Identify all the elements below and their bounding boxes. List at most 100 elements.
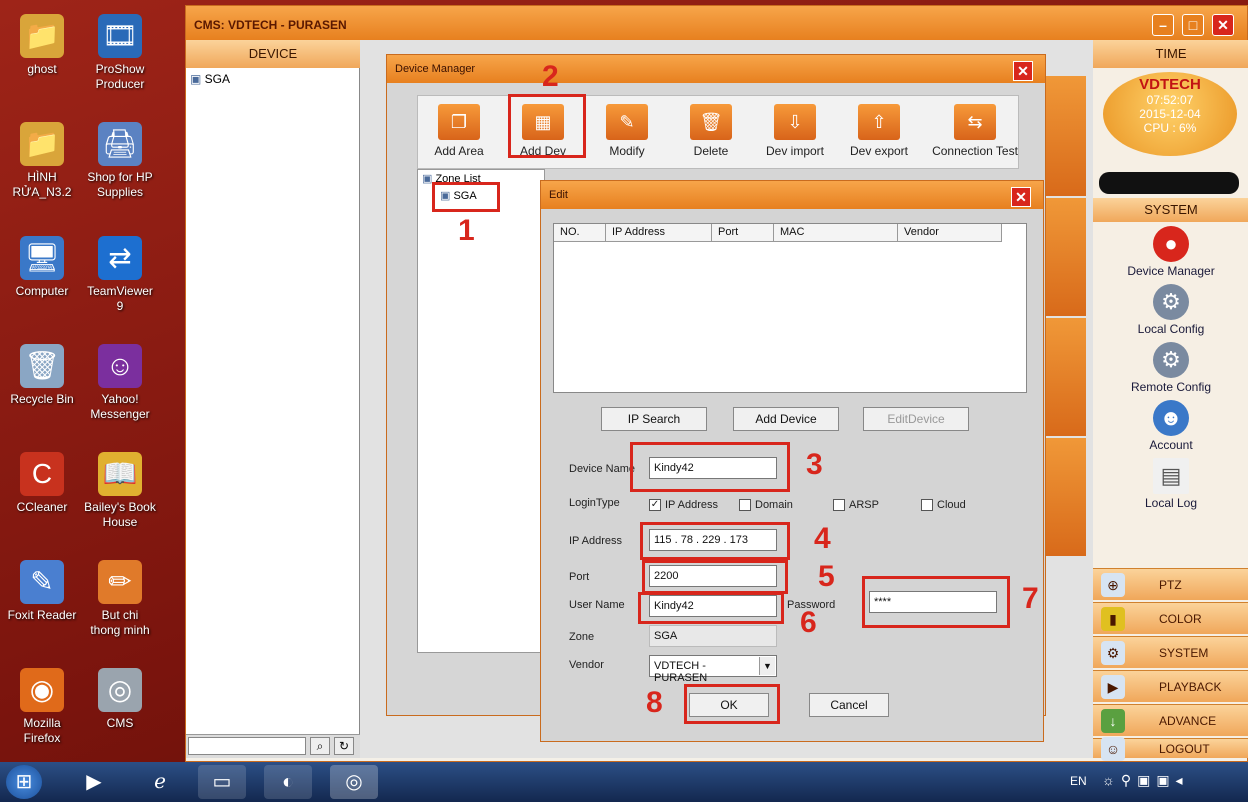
remote-config-button[interactable]: ⚙ Remote Config [1093,342,1248,394]
col-ip-address[interactable]: IP Address [606,224,712,242]
desktop-icon-ghost[interactable]: 📁 ghost [2,14,82,77]
device-manager-close-button[interactable]: ✕ [1013,61,1033,81]
col-no[interactable]: NO. [554,224,606,242]
nav-playback-button[interactable]: ▶ PLAYBACK [1093,670,1248,702]
login-arsp-checkbox[interactable]: ARSP [833,499,879,512]
app-taskbar-icon[interactable]: ◐ [264,765,312,799]
system-header: SYSTEM [1093,198,1248,222]
vendor-select[interactable]: VDTECH - PURASEN ▼ [649,655,777,684]
step-number-2: 2 [542,60,559,93]
add-device-button[interactable]: Add Device [733,407,839,431]
desktop-icon-yahoo[interactable]: ☺ Yahoo! Messenger [80,344,160,422]
language-indicator[interactable]: EN [1070,774,1087,788]
desktop-icon-label: ghost [27,62,57,76]
connection-test-button[interactable]: ⇆ Connection Test [928,104,1022,158]
dev-export-button[interactable]: ⇧ Dev export [838,104,920,158]
device-manager-button[interactable]: ● Device Manager [1093,226,1248,278]
printer-icon: 🖨 [98,122,142,166]
add-area-button[interactable]: ❐ Add Area [418,104,500,158]
login-ip-checkbox[interactable]: ✓ IP Address [649,499,718,512]
cms-taskbar-icon[interactable]: ◎ [330,765,378,799]
window-title: CMS: VDTECH - PURASEN [194,18,347,32]
ip-search-button[interactable]: IP Search [601,407,707,431]
col-mac[interactable]: MAC [774,224,898,242]
desktop-icon-recycle-bin[interactable]: 🗑 Recycle Bin [2,344,82,407]
highlight-user-name [638,592,784,624]
desktop-icon-cms[interactable]: ◎ CMS [80,668,160,731]
desktop-icon-foxit[interactable]: ✎ Foxit Reader [2,560,82,623]
nav-logout-button[interactable]: ☺ LOGOUT [1093,737,1248,761]
desktop-icon-baileys[interactable]: 📖 Bailey's Book House [80,452,160,530]
edit-close-button[interactable]: ✕ [1011,187,1031,207]
nav-system-button[interactable]: ⚙ SYSTEM [1093,636,1248,668]
clock-time: 07:52:07 [1146,93,1194,107]
device-search-input[interactable] [188,737,306,755]
device-tree: ▣ SGA [186,68,360,758]
user-name-label: User Name [569,599,625,611]
dev-import-icon: ⇩ [774,104,816,140]
col-port[interactable]: Port [712,224,774,242]
desktop-icon-label: Yahoo! Messenger [90,392,150,421]
local-log-button[interactable]: ▤ Local Log [1093,458,1248,510]
desktop-icon-but-chi[interactable]: ✏ But chi thong minh [80,560,160,638]
step-number-5: 5 [818,560,835,593]
playback-icon: ▶ [1101,675,1125,699]
taskbar: ⊞ ▶ ℯ ▭ ◐ ◎ EN ☼⚲▣▣◂ [0,762,1248,802]
file-explorer-icon[interactable]: ▭ [198,765,246,799]
vendor-label: Vendor [569,659,604,671]
desktop-icon-ccleaner[interactable]: C CCleaner [2,452,82,515]
delete-button[interactable]: 🗑 Delete [670,104,752,158]
device-tree-root[interactable]: ▣ SGA [186,68,359,90]
login-cloud-checkbox[interactable]: Cloud [921,499,966,512]
webcam-icon: ◎ [98,668,142,712]
checkbox-checked-icon: ✓ [649,499,661,512]
nav-advance-button[interactable]: ↓ ADVANCE [1093,704,1248,736]
desktop-icon-proshow[interactable]: 🎞 ProShow Producer [80,14,160,92]
tray-icons[interactable]: ☼⚲▣▣◂ [1102,772,1189,789]
minimize-button[interactable]: – [1152,14,1174,36]
desktop-icon-label: HÌNH RỬA_N3.2 [12,170,72,199]
advance-icon: ↓ [1101,709,1125,733]
media-player-icon[interactable]: ▶ [70,765,118,799]
step-number-1: 1 [458,214,475,247]
time-header: TIME [1093,40,1248,68]
clock-date: 2015-12-04 [1139,107,1201,121]
cpu-usage: CPU : 6% [1143,121,1197,135]
step-number-4: 4 [814,522,831,555]
desktop-icon-label: CMS [106,716,134,730]
desktop-icon-hp-supplies[interactable]: 🖨 Shop for HP Supplies [80,122,160,200]
login-domain-checkbox[interactable]: Domain [739,499,793,512]
foxit-reader-icon: ✎ [20,560,64,604]
zone-label: Zone [569,631,595,643]
highlight-ok [684,684,780,724]
book-icon: 📖 [98,452,142,496]
modify-button[interactable]: ✎ Modify [586,104,668,158]
maximize-button[interactable]: □ [1182,14,1204,36]
search-icon[interactable]: ⌕ [310,737,330,755]
refresh-icon[interactable]: ↻ [334,737,354,755]
internet-explorer-icon[interactable]: ℯ [136,765,184,799]
device-manager-title: Device Manager [387,55,1045,83]
start-button[interactable]: ⊞ [6,765,42,799]
chevron-down-icon[interactable]: ▼ [759,657,775,675]
system-icon: ⚙ [1101,641,1125,665]
desktop-icon-teamviewer[interactable]: ⇄ TeamViewer 9 [80,236,160,314]
col-vendor[interactable]: Vendor [898,224,1002,242]
local-config-button[interactable]: ⚙ Local Config [1093,284,1248,336]
nav-color-button[interactable]: ▮ COLOR [1093,602,1248,634]
desktop-icon-label: Mozilla Firefox [23,716,61,745]
edit-device-button: EditDevice [863,407,969,431]
dev-import-button[interactable]: ⇩ Dev import [754,104,836,158]
desktop-icon-hinh-rua[interactable]: 📁 HÌNH RỬA_N3.2 [2,122,82,200]
connection-test-icon: ⇆ [954,104,996,140]
close-button[interactable]: ✕ [1212,14,1234,36]
desktop-icon-firefox[interactable]: ◉ Mozilla Firefox [2,668,82,746]
device-manager-icon: ● [1153,226,1189,262]
cancel-button[interactable]: Cancel [809,693,889,717]
edit-title: Edit [541,181,1043,209]
device-search-table[interactable]: NO. IP Address Port MAC Vendor [553,223,1027,393]
nav-ptz-button[interactable]: ⊕ PTZ [1093,568,1248,600]
desktop-icon-computer[interactable]: 🖥 Computer [2,236,82,299]
desktop-icon-label: Foxit Reader [7,608,77,622]
account-button[interactable]: ☻ Account [1093,400,1248,452]
